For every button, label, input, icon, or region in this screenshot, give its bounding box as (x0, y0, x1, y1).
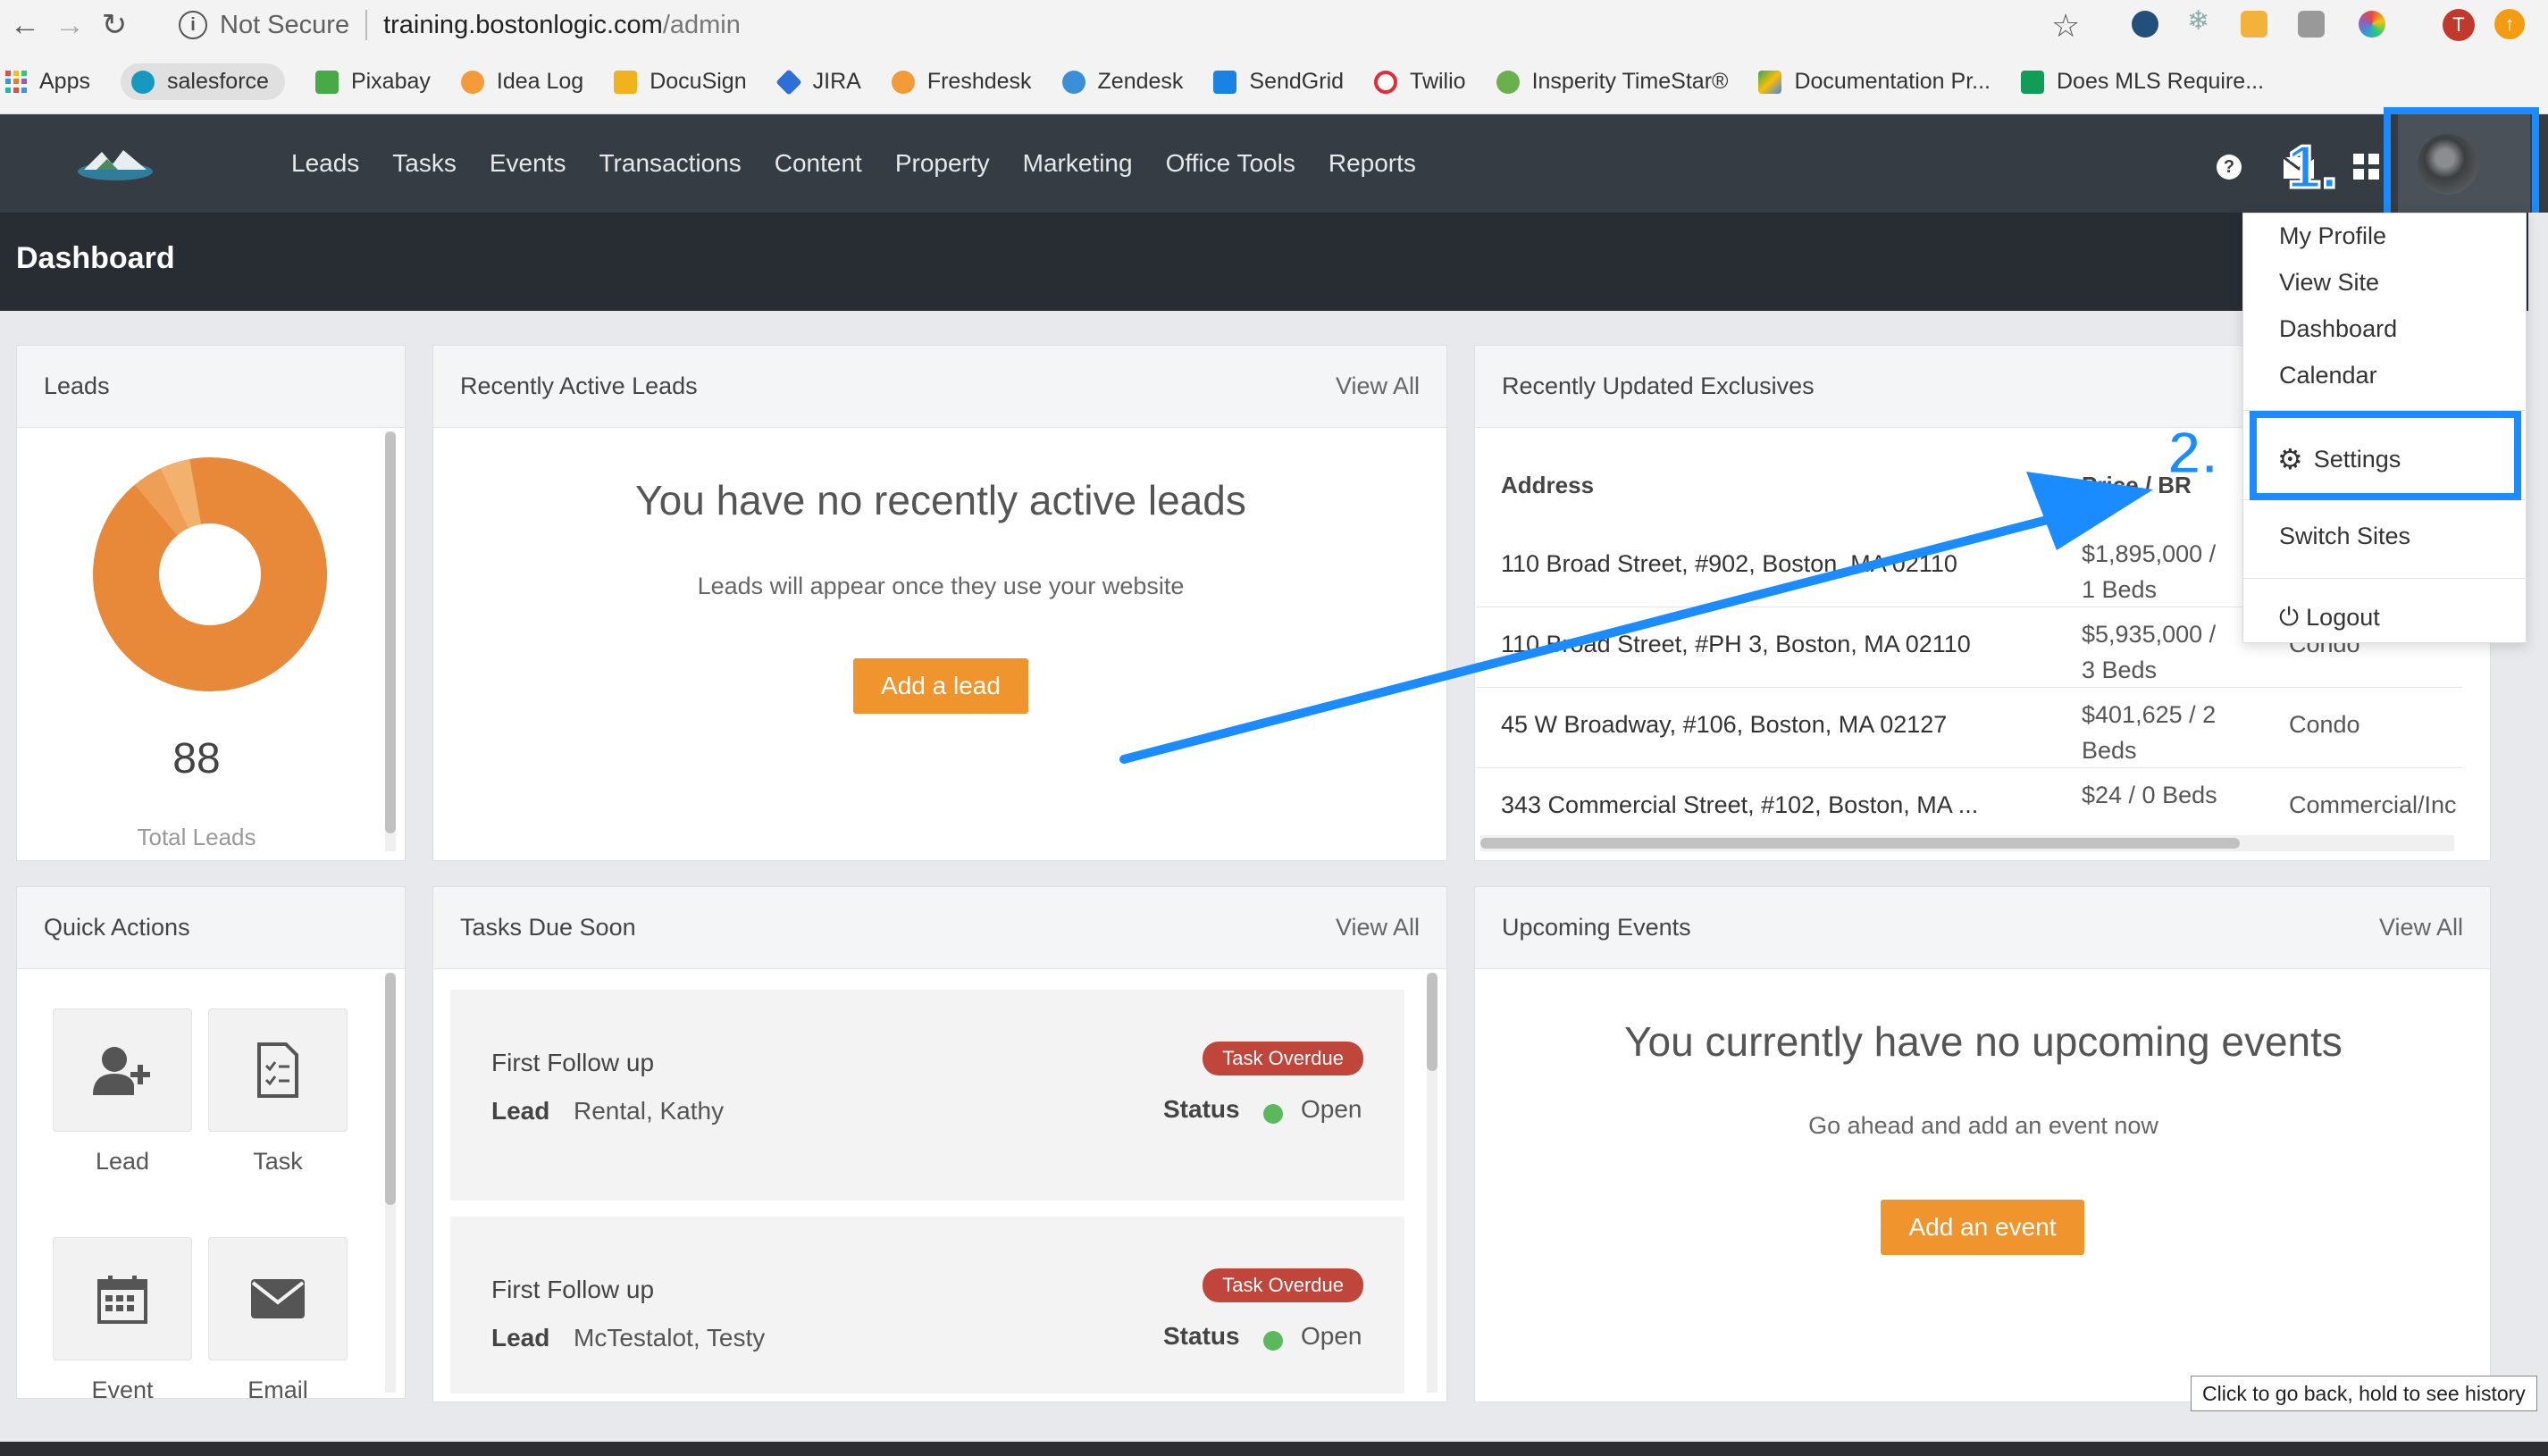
annotation-arrow (1119, 472, 2153, 764)
step2-highlight (2250, 411, 2521, 500)
menu-item-dashboard[interactable]: Dashboard (2279, 315, 2397, 343)
back-button-tooltip: Click to go back, hold to see history (2191, 1376, 2537, 1411)
menu-item-view-site[interactable]: View Site (2279, 269, 2379, 297)
step2-label: 2. (2167, 418, 2220, 489)
menu-item-label: Logout (2306, 604, 2380, 631)
menu-divider (2243, 578, 2527, 579)
menu-item-calendar[interactable]: Calendar (2279, 362, 2377, 389)
bottom-strip (0, 1442, 2548, 1456)
menu-item-my-profile[interactable]: My Profile (2279, 222, 2386, 250)
menu-item-switch-sites[interactable]: Switch Sites (2279, 523, 2410, 550)
power-icon: ⏻ (2279, 603, 2300, 631)
menu-item-logout[interactable]: ⏻ Logout (2279, 603, 2380, 632)
